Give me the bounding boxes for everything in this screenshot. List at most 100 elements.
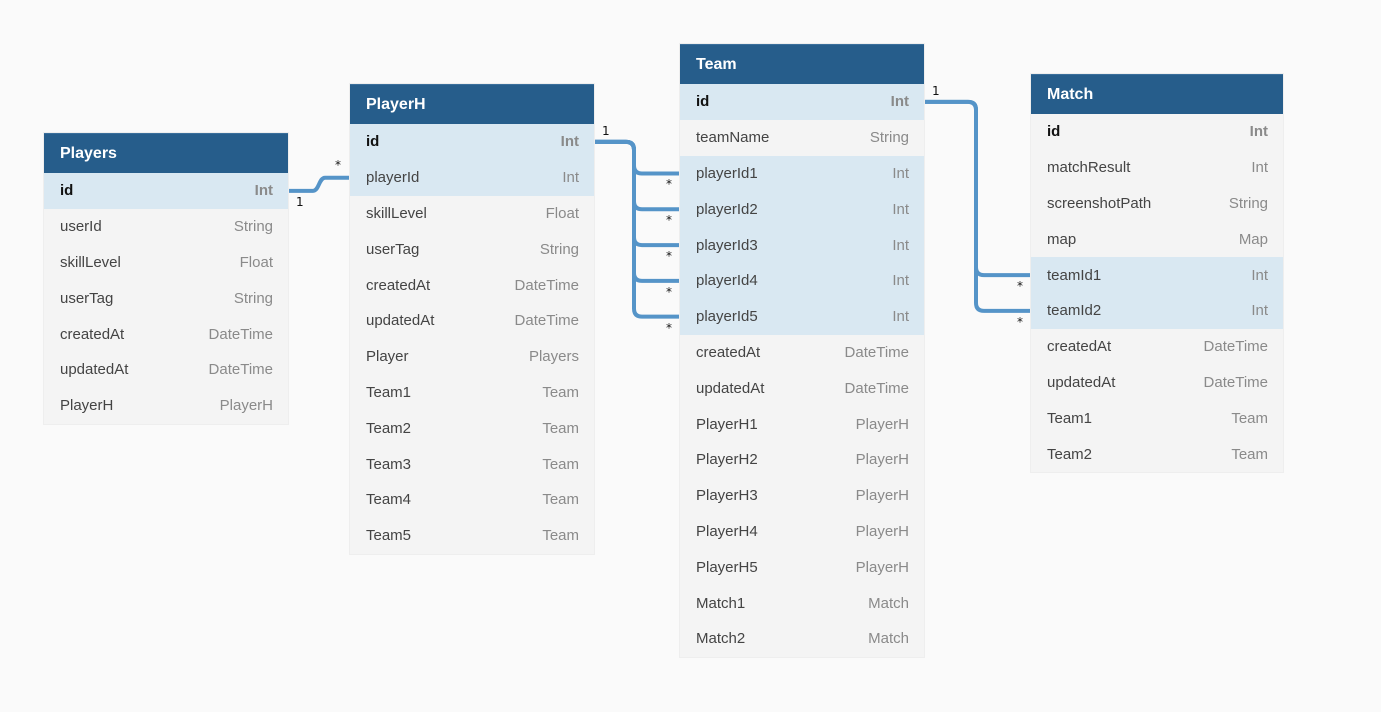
field-row-id[interactable]: id Int xyxy=(44,173,288,209)
table-team[interactable]: Team id Int teamName String playerId1 Int play… xyxy=(680,44,924,657)
field-row-playerh4[interactable]: PlayerH4 PlayerH xyxy=(680,514,924,550)
field-type: DateTime xyxy=(844,343,909,361)
field-type: Int xyxy=(892,272,909,290)
field-name: Match1 xyxy=(696,594,746,612)
field-row-team2[interactable]: Team2 Team xyxy=(350,410,594,446)
field-row-teamid1[interactable]: teamId1 Int xyxy=(1031,257,1283,293)
field-type: Match xyxy=(868,594,909,612)
field-name: playerId xyxy=(366,169,420,187)
field-name: PlayerH5 xyxy=(696,558,758,576)
table-players[interactable]: Players id Int userId String skillLevel Float… xyxy=(44,133,288,424)
field-row-playerh5[interactable]: PlayerH5 PlayerH xyxy=(680,549,924,585)
cardinality-one: 1 xyxy=(296,194,304,209)
field-row-match2[interactable]: Match2 Match xyxy=(680,621,924,657)
field-type: Int xyxy=(892,308,909,326)
field-type: PlayerH xyxy=(855,522,909,540)
field-name: Team2 xyxy=(1047,445,1093,463)
field-row-id[interactable]: id Int xyxy=(350,124,594,160)
field-name: Match2 xyxy=(696,630,746,648)
field-row-team2[interactable]: Team2 Team xyxy=(1031,436,1283,472)
field-type: DateTime xyxy=(514,276,579,294)
field-row-team3[interactable]: Team3 Team xyxy=(350,446,594,482)
field-row-id[interactable]: id Int xyxy=(680,84,924,120)
field-row-id[interactable]: id Int xyxy=(1031,114,1283,150)
cardinality-many: * xyxy=(1017,279,1023,294)
field-name: teamId1 xyxy=(1047,266,1102,284)
field-row-playerid3[interactable]: playerId3 Int xyxy=(680,227,924,263)
field-row-matchresult[interactable]: matchResult Int xyxy=(1031,150,1283,186)
field-name: createdAt xyxy=(366,276,431,294)
table-playerh[interactable]: PlayerH id Int playerId Int skillLevel Float u… xyxy=(350,84,594,554)
field-type: Int xyxy=(892,236,909,254)
field-type: String xyxy=(869,129,909,147)
cardinality-many: * xyxy=(666,249,672,264)
field-row-playerid1[interactable]: playerId1 Int xyxy=(680,155,924,192)
field-name: playerId4 xyxy=(696,272,758,290)
field-type: DateTime xyxy=(208,361,273,379)
cardinality-many: * xyxy=(666,320,672,335)
field-type: Team xyxy=(542,419,579,437)
field-row-map[interactable]: map Map xyxy=(1031,221,1283,257)
field-row-match1[interactable]: Match1 Match xyxy=(680,585,924,621)
field-row-updatedat[interactable]: updatedAt DateTime xyxy=(350,303,594,339)
field-row-updatedat[interactable]: updatedAt DateTime xyxy=(1031,365,1283,401)
field-name: createdAt xyxy=(696,343,761,361)
field-row-updatedat[interactable]: updatedAt DateTime xyxy=(44,352,288,388)
field-type: Team xyxy=(542,527,579,545)
field-row-skilllevel[interactable]: skillLevel Float xyxy=(350,196,594,232)
field-row-playerid5[interactable]: playerId5 Int xyxy=(680,298,924,335)
field-type: Int xyxy=(890,93,909,111)
table-header-players[interactable]: Players xyxy=(44,133,288,173)
field-type: PlayerH xyxy=(855,558,909,576)
field-type: Team xyxy=(542,383,579,401)
field-row-createdat[interactable]: createdAt DateTime xyxy=(350,267,594,303)
field-type: Int xyxy=(892,164,909,182)
field-name: id xyxy=(1047,123,1061,141)
field-row-playerid4[interactable]: playerId4 Int xyxy=(680,262,924,299)
table-header-playerh[interactable]: PlayerH xyxy=(350,84,594,124)
field-name: Team1 xyxy=(1047,409,1093,427)
field-row-playerh1[interactable]: PlayerH1 PlayerH xyxy=(680,406,924,442)
field-name: createdAt xyxy=(60,325,125,343)
field-name: Team1 xyxy=(366,383,412,401)
field-name: screenshotPath xyxy=(1047,194,1152,212)
field-row-createdat[interactable]: createdAt DateTime xyxy=(44,316,288,352)
field-row-playerid2[interactable]: playerId2 Int xyxy=(680,191,924,228)
field-type: Team xyxy=(1231,445,1268,463)
table-match[interactable]: Match id Int matchResult Int screenshotPath S… xyxy=(1031,74,1283,472)
field-type: String xyxy=(233,289,273,307)
field-row-playerh3[interactable]: PlayerH3 PlayerH xyxy=(680,478,924,514)
field-row-createdat[interactable]: createdAt DateTime xyxy=(680,335,924,371)
field-row-createdat[interactable]: createdAt DateTime xyxy=(1031,329,1283,365)
field-name: userId xyxy=(60,218,102,236)
table-header-match[interactable]: Match xyxy=(1031,74,1283,114)
field-name: id xyxy=(366,133,380,151)
field-row-teamid2[interactable]: teamId2 Int xyxy=(1031,292,1283,329)
field-name: Team3 xyxy=(366,455,412,473)
field-row-teamname[interactable]: teamName String xyxy=(680,120,924,156)
field-row-updatedat[interactable]: updatedAt DateTime xyxy=(680,370,924,406)
field-row-player[interactable]: Player Players xyxy=(350,339,594,375)
field-row-userid[interactable]: userId String xyxy=(44,209,288,245)
field-name: updatedAt xyxy=(60,361,129,379)
relation-line xyxy=(924,99,1031,278)
table-header-team[interactable]: Team xyxy=(680,44,924,84)
field-row-screenshotpath[interactable]: screenshotPath String xyxy=(1031,186,1283,222)
field-row-usertag[interactable]: userTag String xyxy=(350,231,594,267)
field-name: id xyxy=(696,93,710,111)
field-type: PlayerH xyxy=(855,451,909,469)
field-row-playerh[interactable]: PlayerH PlayerH xyxy=(44,388,288,424)
field-row-playerid[interactable]: playerId Int xyxy=(350,159,594,196)
field-type: Float xyxy=(545,204,579,222)
field-name: PlayerH1 xyxy=(696,415,758,433)
cardinality-many: * xyxy=(666,284,672,299)
field-row-usertag[interactable]: userTag String xyxy=(44,280,288,316)
field-row-playerh2[interactable]: PlayerH2 PlayerH xyxy=(680,442,924,478)
cardinality-one: 1 xyxy=(932,83,940,98)
field-row-team1[interactable]: Team1 Team xyxy=(1031,400,1283,436)
field-row-team4[interactable]: Team4 Team xyxy=(350,482,594,518)
relation-line xyxy=(594,139,680,248)
field-row-skilllevel[interactable]: skillLevel Float xyxy=(44,245,288,281)
field-row-team1[interactable]: Team1 Team xyxy=(350,375,594,411)
field-row-team5[interactable]: Team5 Team xyxy=(350,518,594,554)
